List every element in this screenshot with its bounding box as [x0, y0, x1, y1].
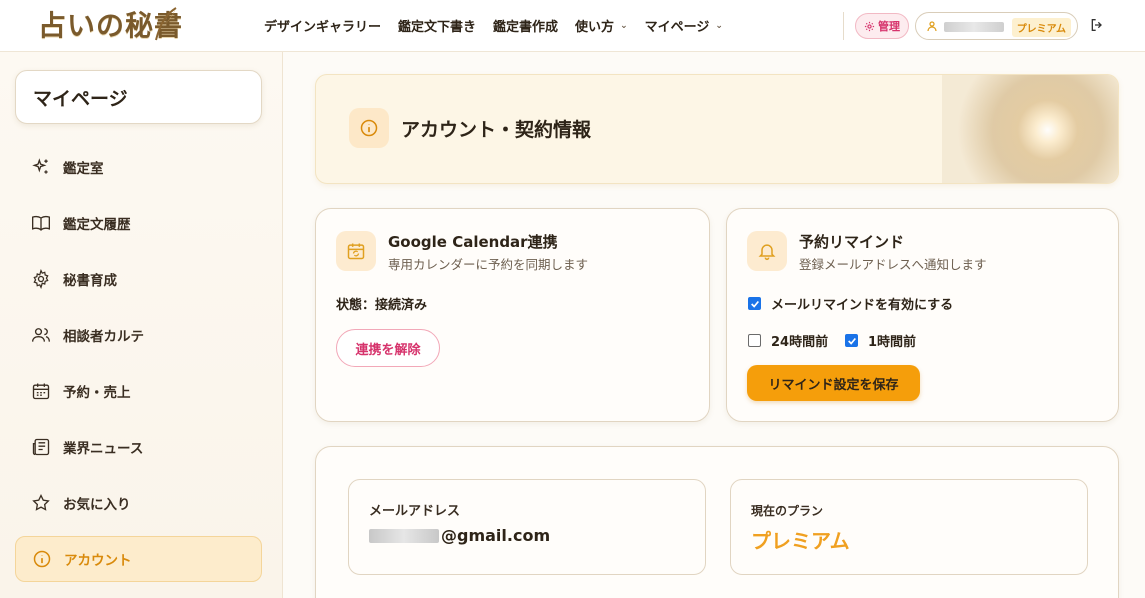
redacted-email-user: [369, 528, 439, 543]
user-icon: [927, 21, 937, 32]
gear-icon: [864, 21, 875, 31]
enable-reminder-checkbox[interactable]: メールリマインドを有効にする: [748, 294, 953, 313]
gcal-title: Google Calendar連携: [388, 233, 558, 251]
plan-badge: プレミアム: [1011, 18, 1071, 37]
email-domain: @gmail.com: [441, 526, 551, 545]
sidebar-item-history[interactable]: 鑑定文履歴: [15, 200, 262, 246]
account-info-card: メールアドレス @gmail.com 現在のプラン プレミアム: [315, 446, 1119, 598]
users-icon: [31, 325, 51, 345]
sidebar-item-label: 秘書育成: [63, 273, 117, 289]
sidebar-item-news[interactable]: 業界ニュース: [15, 424, 262, 470]
sidebar-item-label: 業界ニュース: [63, 441, 144, 457]
email-label: メールアドレス: [369, 504, 461, 519]
sidebar: マイページ 鑑定室 鑑定文履歴 秘書育成 相談者カルテ 予約・売上 業界ニュース…: [0, 52, 283, 598]
checkbox-unchecked[interactable]: [748, 334, 761, 347]
chevron-down-icon: ⌄: [715, 20, 723, 31]
info-icon: [32, 549, 52, 569]
sidebar-item-training[interactable]: 秘書育成: [15, 256, 262, 302]
calendar-icon: [31, 381, 51, 401]
sidebar-item-label: 鑑定文履歴: [63, 217, 131, 233]
nav-label: 使い方: [575, 20, 615, 35]
info-icon: [349, 108, 389, 148]
newspaper-icon: [31, 437, 51, 457]
checkbox-checked[interactable]: [845, 334, 858, 347]
email-value: @gmail.com: [369, 526, 550, 545]
reminder-1h-checkbox[interactable]: 1時間前: [845, 331, 916, 350]
sidebar-item-reading-room[interactable]: 鑑定室: [15, 144, 262, 190]
nav-label: デザインギャラリー: [264, 20, 382, 35]
sidebar-item-favorites[interactable]: お気に入り: [15, 480, 262, 526]
sidebar-title: マイページ: [15, 70, 262, 124]
calendar-sync-icon: [336, 231, 376, 271]
nav-label: 鑑定文下書き: [398, 20, 477, 35]
reminder-card: 予約リマインド 登録メールアドレスへ通知します メールリマインドを有効にする 2…: [726, 208, 1119, 422]
gcal-subtitle: 専用カレンダーに予約を同期します: [388, 257, 589, 272]
checkbox-label: メールリマインドを有効にする: [771, 298, 954, 313]
sidebar-item-bookings[interactable]: 予約・売上: [15, 368, 262, 414]
user-menu[interactable]: プレミアム: [915, 12, 1078, 40]
sparkles-icon: [31, 157, 51, 177]
star-icon: [31, 493, 51, 513]
plan-label: 現在のプラン: [751, 504, 824, 518]
bell-icon: [747, 231, 787, 271]
page-hero: アカウント・契約情報: [315, 74, 1119, 184]
nav-label: 鑑定書作成: [493, 20, 559, 35]
gear-icon: [31, 269, 51, 289]
admin-label: 管理: [878, 20, 900, 33]
gcal-status: 状態：接続済み: [336, 298, 428, 313]
admin-button[interactable]: 管理: [855, 13, 909, 39]
sidebar-item-label: 鑑定室: [63, 161, 104, 177]
sidebar-item-clients[interactable]: 相談者カルテ: [15, 312, 262, 358]
redacted-username: [944, 21, 1004, 32]
sidebar-item-label: 予約・売上: [63, 385, 131, 401]
reminder-subtitle: 登録メールアドレスへ通知します: [799, 257, 987, 272]
email-box: メールアドレス @gmail.com: [348, 479, 706, 575]
nav-howto[interactable]: 使い方 ⌄: [575, 16, 628, 35]
nav-draft[interactable]: 鑑定文下書き: [398, 16, 476, 35]
save-reminder-button[interactable]: リマインド設定を保存: [747, 365, 920, 401]
plan-value: プレミアム: [751, 529, 850, 553]
quill-icon: [155, 7, 177, 41]
checkbox-label: 1時間前: [868, 335, 917, 350]
sidebar-item-label: 相談者カルテ: [63, 329, 144, 345]
main-nav: デザインギャラリー 鑑定文下書き 鑑定書作成 使い方 ⌄ マイページ ⌄: [264, 16, 740, 35]
header-divider: [843, 12, 844, 40]
nav-label: マイページ: [644, 20, 710, 35]
chevron-down-icon: ⌄: [620, 20, 628, 31]
sidebar-item-account[interactable]: アカウント: [15, 536, 262, 582]
reminder-24h-checkbox[interactable]: 24時間前: [748, 331, 828, 350]
nav-mypage[interactable]: マイページ ⌄: [645, 16, 723, 35]
top-header: 占いの秘書 デザインギャラリー 鑑定文下書き 鑑定書作成 使い方 ⌄ マイページ ⌄…: [0, 0, 1145, 52]
decorative-mandala-image: [942, 75, 1118, 183]
sidebar-item-label: お気に入り: [63, 497, 131, 513]
logout-icon[interactable]: [1089, 17, 1105, 33]
nav-create[interactable]: 鑑定書作成: [493, 16, 558, 35]
disconnect-button[interactable]: 連携を解除: [336, 329, 440, 367]
book-icon: [31, 213, 51, 233]
reminder-title: 予約リマインド: [799, 233, 905, 251]
plan-box: 現在のプラン プレミアム: [730, 479, 1088, 575]
nav-design-gallery[interactable]: デザインギャラリー: [264, 16, 381, 35]
gcal-card: Google Calendar連携 専用カレンダーに予約を同期します 状態：接続…: [315, 208, 710, 422]
page-title: アカウント・契約情報: [401, 119, 592, 141]
checkbox-checked[interactable]: [748, 297, 761, 310]
sidebar-item-label: アカウント: [64, 553, 132, 569]
checkbox-label: 24時間前: [771, 335, 829, 350]
